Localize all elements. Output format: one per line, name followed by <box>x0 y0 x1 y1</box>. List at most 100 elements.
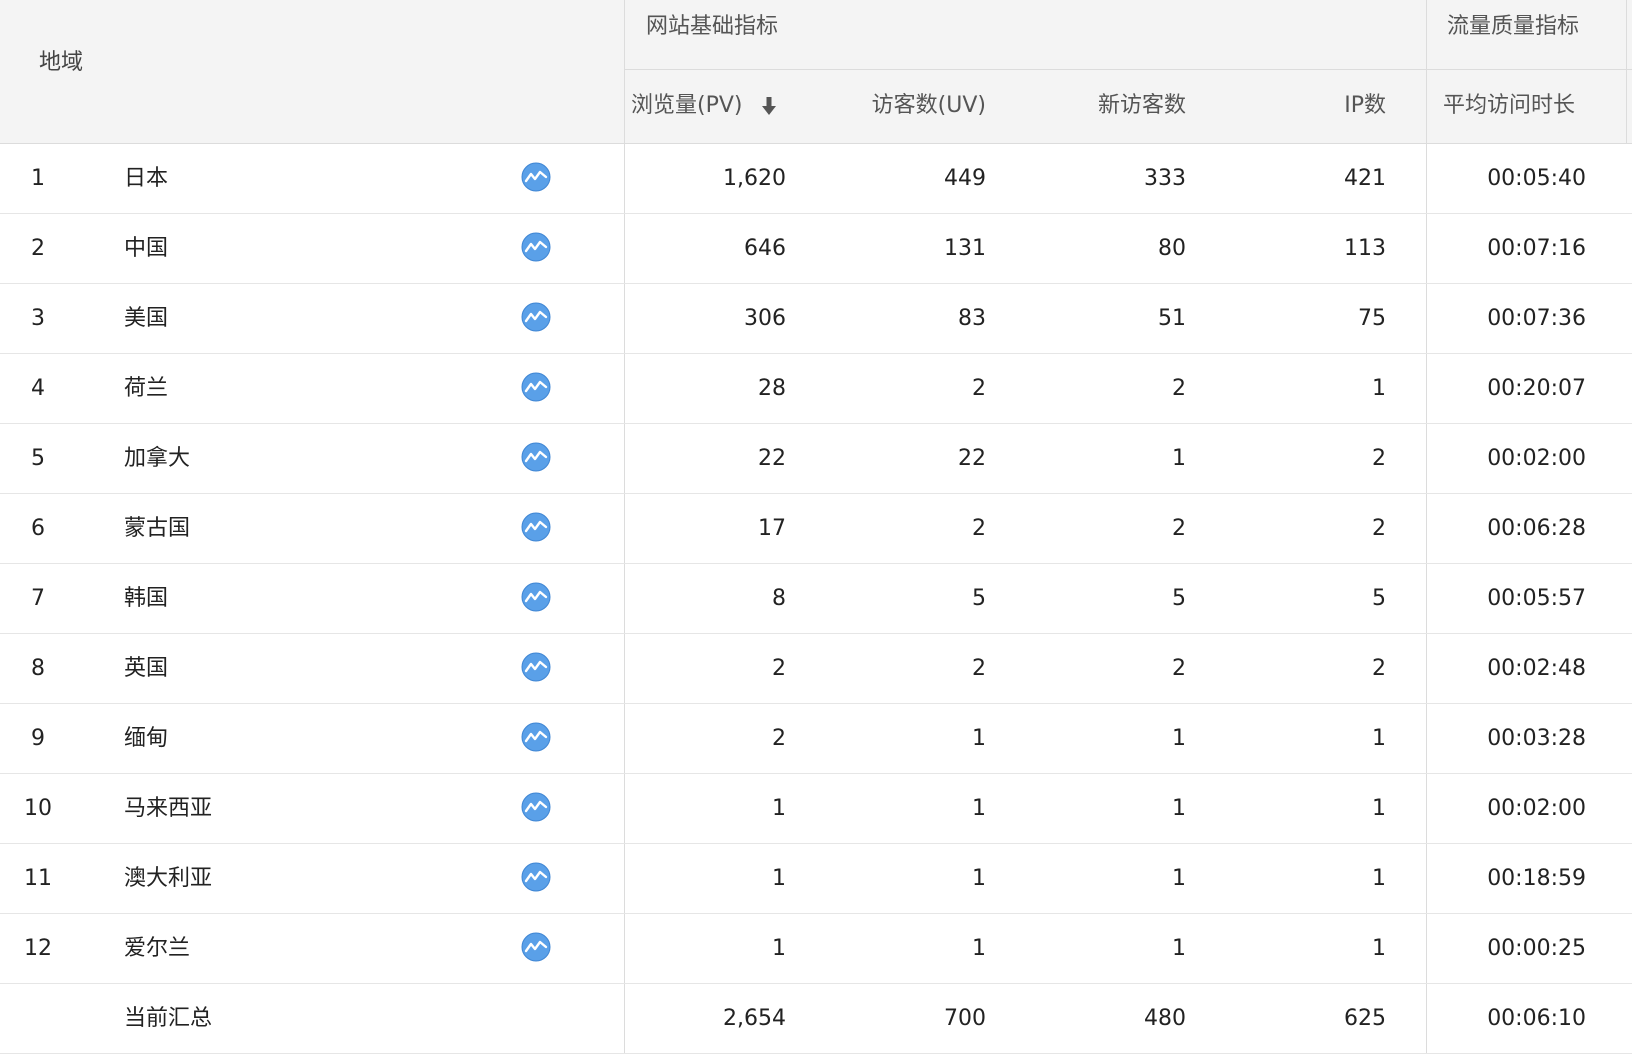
row-index: 1 <box>31 166 45 191</box>
row-new-visitors: 333 <box>1144 166 1186 191</box>
trend-chart-icon[interactable] <box>521 302 551 332</box>
table-row: 3 美国 306 83 51 75 00:07:36 <box>0 284 1632 354</box>
table-row: 11 澳大利亚 1 1 1 1 00:18:59 <box>0 844 1632 914</box>
summary-ip: 625 <box>1344 1006 1386 1031</box>
trend-chart-icon[interactable] <box>521 722 551 752</box>
row-ip: 1 <box>1372 866 1386 891</box>
table-row: 10 马来西亚 1 1 1 1 00:02:00 <box>0 774 1632 844</box>
row-region-name: 缅甸 <box>124 726 169 751</box>
row-index: 12 <box>24 936 52 961</box>
trend-chart-icon[interactable] <box>521 582 551 612</box>
row-avg-duration: 00:05:40 <box>1487 166 1586 191</box>
summary-avg-duration: 00:06:10 <box>1487 1006 1586 1031</box>
row-pv: 17 <box>758 516 786 541</box>
trend-chart-icon[interactable] <box>521 862 551 892</box>
row-ip: 421 <box>1344 166 1386 191</box>
trend-chart-icon[interactable] <box>521 932 551 962</box>
row-ip: 113 <box>1344 236 1386 261</box>
header-col-pv[interactable]: 浏览量(PV) <box>631 91 777 121</box>
trend-chart-icon[interactable] <box>521 512 551 542</box>
arrow-down-icon[interactable] <box>762 97 777 115</box>
row-uv: 2 <box>972 376 986 401</box>
row-index: 3 <box>31 306 45 331</box>
header-region[interactable]: 地域 <box>39 44 83 76</box>
table-row: 5 加拿大 22 22 1 2 00:02:00 <box>0 424 1632 494</box>
header-col-ip[interactable]: IP数 <box>1186 91 1386 121</box>
row-ip: 2 <box>1372 446 1386 471</box>
row-index: 8 <box>31 656 45 681</box>
trend-chart-icon[interactable] <box>521 652 551 682</box>
row-pv: 1 <box>772 796 786 821</box>
row-pv: 2 <box>772 656 786 681</box>
row-ip: 5 <box>1372 586 1386 611</box>
row-index: 10 <box>24 796 52 821</box>
row-ip: 1 <box>1372 376 1386 401</box>
trend-chart-icon[interactable] <box>521 442 551 472</box>
row-avg-duration: 00:02:00 <box>1487 796 1586 821</box>
row-new-visitors: 1 <box>1172 726 1186 751</box>
row-region-name: 爱尔兰 <box>124 936 191 961</box>
row-ip: 1 <box>1372 726 1386 751</box>
row-index: 9 <box>31 726 45 751</box>
row-avg-duration: 00:02:00 <box>1487 446 1586 471</box>
table-body: 1 日本 1,620 449 333 421 00:05:40 2 中国 646… <box>0 144 1632 1054</box>
row-pv: 1,620 <box>723 166 786 191</box>
row-new-visitors: 1 <box>1172 446 1186 471</box>
table-header: 地域 网站基础指标 流量质量指标 浏览量(PV) 访客数(UV) 新访客数 IP… <box>0 0 1632 144</box>
row-avg-duration: 00:07:36 <box>1487 306 1586 331</box>
row-region-name: 英国 <box>124 656 169 681</box>
row-index: 2 <box>31 236 45 261</box>
row-uv: 1 <box>972 866 986 891</box>
row-region-name: 加拿大 <box>124 446 191 471</box>
table-row: 6 蒙古国 17 2 2 2 00:06:28 <box>0 494 1632 564</box>
trend-chart-icon[interactable] <box>521 162 551 192</box>
row-ip: 1 <box>1372 936 1386 961</box>
table-row: 9 缅甸 2 1 1 1 00:03:28 <box>0 704 1632 774</box>
row-new-visitors: 1 <box>1172 936 1186 961</box>
row-index: 6 <box>31 516 45 541</box>
row-avg-duration: 00:02:48 <box>1487 656 1586 681</box>
row-uv: 131 <box>944 236 986 261</box>
summary-uv: 700 <box>944 1006 986 1031</box>
row-avg-duration: 00:05:57 <box>1487 586 1586 611</box>
row-new-visitors: 51 <box>1158 306 1186 331</box>
header-divider <box>624 69 1632 70</box>
row-ip: 1 <box>1372 796 1386 821</box>
header-col-avg-duration[interactable]: 平均访问时长 <box>1443 91 1575 121</box>
row-uv: 1 <box>972 936 986 961</box>
row-index: 7 <box>31 586 45 611</box>
header-col-pv-label: 浏览量(PV) <box>631 93 743 118</box>
row-avg-duration: 00:20:07 <box>1487 376 1586 401</box>
trend-chart-icon[interactable] <box>521 232 551 262</box>
row-pv: 22 <box>758 446 786 471</box>
trend-chart-icon[interactable] <box>521 792 551 822</box>
row-new-visitors: 5 <box>1172 586 1186 611</box>
row-uv: 1 <box>972 796 986 821</box>
column-divider <box>1626 0 1627 143</box>
row-index: 5 <box>31 446 45 471</box>
row-ip: 2 <box>1372 656 1386 681</box>
table-row: 4 荷兰 28 2 2 1 00:20:07 <box>0 354 1632 424</box>
header-col-uv[interactable]: 访客数(UV) <box>786 91 986 121</box>
row-avg-duration: 00:07:16 <box>1487 236 1586 261</box>
row-uv: 2 <box>972 516 986 541</box>
row-new-visitors: 1 <box>1172 796 1186 821</box>
row-avg-duration: 00:00:25 <box>1487 936 1586 961</box>
row-avg-duration: 00:06:28 <box>1487 516 1586 541</box>
row-region-name: 澳大利亚 <box>124 866 213 891</box>
table-row: 12 爱尔兰 1 1 1 1 00:00:25 <box>0 914 1632 984</box>
row-pv: 8 <box>772 586 786 611</box>
row-pv: 28 <box>758 376 786 401</box>
row-new-visitors: 80 <box>1158 236 1186 261</box>
row-uv: 83 <box>958 306 986 331</box>
row-new-visitors: 1 <box>1172 866 1186 891</box>
table-row: 8 英国 2 2 2 2 00:02:48 <box>0 634 1632 704</box>
row-avg-duration: 00:03:28 <box>1487 726 1586 751</box>
trend-chart-icon[interactable] <box>521 372 551 402</box>
row-uv: 22 <box>958 446 986 471</box>
header-col-new-visitors[interactable]: 新访客数 <box>986 91 1186 121</box>
row-uv: 449 <box>944 166 986 191</box>
row-avg-duration: 00:18:59 <box>1487 866 1586 891</box>
row-region-name: 日本 <box>124 166 169 191</box>
summary-new-visitors: 480 <box>1144 1006 1186 1031</box>
